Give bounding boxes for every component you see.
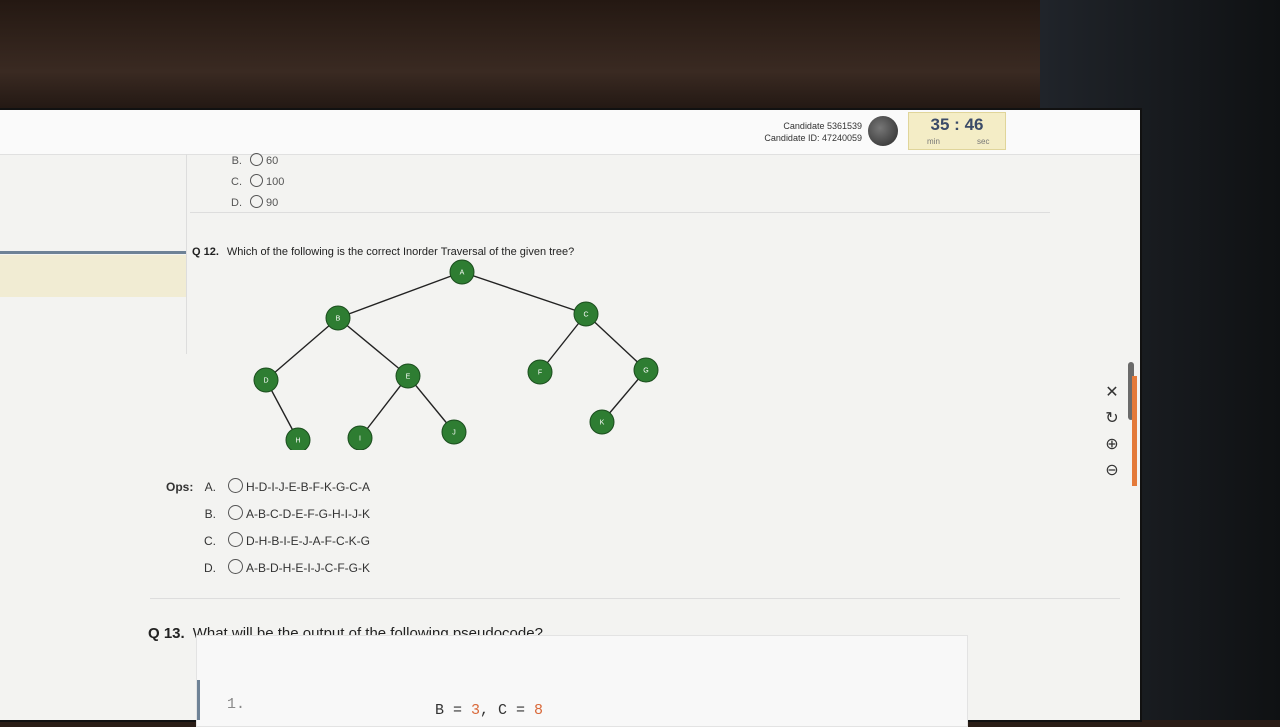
q12-option-a[interactable]: A. H-D-I-J-E-B-F-K-G-C-A [196, 478, 370, 494]
tree-node-F: F [527, 359, 553, 385]
tree-node-E: E [395, 363, 421, 389]
prev-option-b[interactable]: B. 60 [220, 153, 278, 167]
timer-min-label: min [927, 137, 940, 146]
tree-node-J: J [441, 419, 467, 445]
timer: 35 : 46 min sec [908, 112, 1006, 150]
radio-icon[interactable] [250, 153, 263, 166]
timer-sec-label: sec [977, 137, 990, 146]
radio-icon[interactable] [228, 505, 243, 520]
header: Candidate 5361539 Candidate ID: 47240059… [0, 110, 1140, 155]
svg-text:K: K [600, 420, 605, 427]
radio-icon[interactable] [228, 532, 243, 547]
svg-text:I: I [359, 436, 361, 443]
code-bar [197, 680, 200, 720]
svg-text:F: F [538, 370, 542, 377]
close-icon[interactable]: ✕ [1100, 382, 1124, 402]
svg-text:H: H [295, 438, 300, 445]
svg-text:J: J [452, 430, 456, 437]
timer-separator: : [954, 115, 960, 134]
tree-node-C: C [573, 301, 599, 327]
tree-edge-A-B [337, 271, 463, 319]
divider [150, 598, 1120, 599]
q12-option-d[interactable]: D. A-B-D-H-E-I-J-C-F-G-K [196, 559, 370, 575]
radio-icon[interactable] [250, 195, 263, 208]
svg-text:E: E [406, 374, 411, 381]
q12-number: Q 12. [192, 246, 219, 258]
radio-icon[interactable] [228, 478, 243, 493]
prev-option-c[interactable]: C. 100 [220, 174, 284, 188]
tree-node-H: H [285, 427, 311, 450]
code-block: 1. B = 3, C = 8 [196, 635, 968, 727]
tree-edge-B-D [265, 317, 339, 381]
timer-minutes: 35 [930, 115, 950, 134]
avatar [868, 116, 898, 146]
svg-text:A: A [460, 270, 465, 277]
zoom-in-icon[interactable]: ⊕ [1100, 434, 1124, 454]
binary-tree-diagram: A B C D E F G H I J K [253, 259, 659, 450]
candidate-id: Candidate ID: 47240059 [764, 133, 862, 143]
prev-option-d[interactable]: D. 90 [220, 195, 278, 209]
q13-number: Q 13. [148, 625, 185, 642]
tree-edge-B-E [337, 317, 409, 377]
q12-option-b[interactable]: B. A-B-C-D-E-F-G-H-I-J-K [196, 505, 370, 521]
tree-node-G: G [633, 357, 659, 383]
left-panel [0, 154, 187, 354]
radio-icon[interactable] [250, 174, 263, 187]
rotate-icon[interactable]: ↻ [1100, 408, 1124, 428]
tree-node-B: B [325, 305, 351, 331]
tree-edge-A-C [461, 271, 587, 315]
svg-text:D: D [263, 378, 268, 385]
svg-text:B: B [336, 316, 341, 323]
ops-label: Ops: [166, 480, 194, 494]
timer-seconds: 46 [964, 115, 984, 134]
side-toolbar: ✕ ↻ ⊕ ⊖ [1094, 376, 1138, 486]
q12-option-c[interactable]: C. D-H-B-I-E-J-A-F-C-K-G [196, 532, 370, 548]
candidate-name: Candidate 5361539 [783, 121, 862, 131]
tree-node-I: I [347, 425, 373, 450]
code-line-number: 1. [227, 696, 246, 713]
toolbar-accent [1132, 376, 1137, 486]
tree-node-D: D [253, 367, 279, 393]
exam-screen: Candidate 5361539 Candidate ID: 47240059… [0, 110, 1140, 727]
divider [190, 212, 1050, 213]
code-line: B = 3, C = 8 [435, 702, 544, 719]
radio-icon[interactable] [228, 559, 243, 574]
svg-text:C: C [583, 312, 588, 319]
svg-text:G: G [643, 368, 648, 375]
left-panel-bar [0, 251, 186, 254]
candidate-info: Candidate 5361539 Candidate ID: 47240059 [742, 120, 862, 144]
tree-node-A: A [449, 259, 475, 285]
tree-node-K: K [589, 409, 615, 435]
zoom-out-icon[interactable]: ⊖ [1100, 460, 1124, 480]
left-panel-highlight [0, 255, 186, 297]
